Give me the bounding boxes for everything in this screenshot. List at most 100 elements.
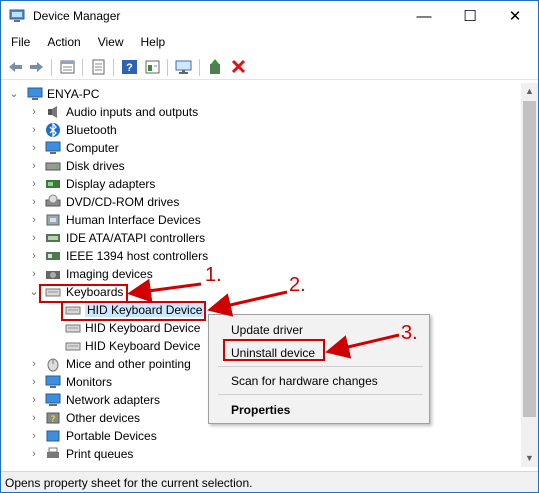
chevron-right-icon[interactable]: › — [29, 231, 39, 245]
scroll-down-icon[interactable]: ▼ — [521, 450, 538, 467]
tree-category-row[interactable]: › Print queues — [1, 445, 521, 463]
portable-device-icon — [46, 430, 60, 442]
chevron-right-icon[interactable]: › — [29, 123, 39, 137]
annotation-step-3: 3. — [401, 322, 418, 344]
menu-file[interactable]: File — [1, 32, 37, 53]
tree-category-label: Computer — [66, 141, 119, 155]
printer-icon — [47, 447, 59, 458]
tree-category-label: Human Interface Devices — [66, 213, 201, 227]
speaker-icon — [48, 106, 57, 118]
camera-icon — [46, 271, 60, 279]
network-icon — [45, 393, 61, 406]
view-icon[interactable] — [144, 59, 161, 75]
menu-view[interactable]: View — [88, 32, 131, 53]
vertical-scrollbar[interactable]: ▲ ▼ — [521, 83, 538, 467]
tree-category-row[interactable]: › Portable Devices — [1, 427, 521, 445]
keyboard-icon — [65, 324, 81, 333]
tree-category-row[interactable]: › Computer — [1, 139, 521, 157]
tree-category-row[interactable]: › Audio inputs and outputs — [1, 103, 521, 121]
status-bar: Opens property sheet for the current sel… — [1, 471, 538, 492]
computer-icon — [45, 141, 61, 154]
maximize-button[interactable]: ☐ — [447, 1, 493, 31]
device-manager-window: Device Manager — ☐ ✕ File Action View He… — [0, 0, 539, 493]
status-text: Opens property sheet for the current sel… — [5, 476, 253, 490]
chevron-down-icon[interactable]: ⌄ — [29, 285, 39, 299]
chevron-right-icon[interactable]: › — [29, 411, 39, 425]
tree-category-row[interactable]: › Human Interface Devices — [1, 211, 521, 229]
menu-separator — [218, 394, 423, 395]
tree-category-label: Imaging devices — [66, 267, 153, 281]
tree-category-label: DVD/CD-ROM drives — [66, 195, 180, 209]
annotation-box-hid-device — [61, 301, 206, 321]
chevron-right-icon[interactable]: › — [29, 213, 39, 227]
minimize-button[interactable]: — — [401, 1, 447, 31]
tree-category-label: Mice and other pointing — [66, 357, 191, 371]
annotation-step-1: 1. — [205, 264, 222, 286]
tree-category-label: Monitors — [66, 375, 113, 389]
tree-category-row[interactable]: › Imaging devices — [1, 265, 521, 283]
tree-category-row[interactable]: › Display adapters — [1, 175, 521, 193]
chevron-right-icon[interactable]: › — [29, 159, 39, 173]
ieee1394-icon — [46, 252, 60, 260]
chevron-right-icon[interactable]: › — [29, 177, 39, 191]
chevron-right-icon[interactable]: › — [29, 429, 39, 443]
monitor-icon[interactable] — [175, 59, 192, 75]
minimize-icon: — — [416, 7, 432, 25]
chevron-right-icon[interactable]: › — [29, 141, 39, 155]
bluetooth-icon — [46, 122, 60, 138]
device-manager-app-icon — [9, 9, 25, 22]
menu-help[interactable]: Help — [131, 32, 173, 53]
window-title: Device Manager — [33, 9, 121, 23]
menu-action[interactable]: Action — [37, 32, 87, 53]
toolbar-separator — [82, 59, 83, 76]
close-button[interactable]: ✕ — [492, 1, 538, 31]
chevron-right-icon[interactable]: › — [29, 393, 39, 407]
scroll-up-icon[interactable]: ▲ — [521, 83, 538, 100]
forward-arrow-icon[interactable] — [28, 59, 45, 75]
tree-category-label: Network adapters — [66, 393, 161, 407]
display-adapter-icon — [46, 180, 60, 188]
tree-category-row[interactable]: › Disk drives — [1, 157, 521, 175]
menu-item-scan-hardware[interactable]: Scan for hardware changes — [231, 374, 378, 388]
context-menu: Update driver Uninstall device Scan for … — [208, 314, 430, 424]
tree-category-label: Print queues — [66, 447, 134, 461]
tree-category-label: Bluetooth — [66, 123, 117, 137]
tree-root-label: ENYA-PC — [47, 87, 100, 101]
tree-category-row[interactable]: › DVD/CD-ROM drives — [1, 193, 521, 211]
tree-category-label: Portable Devices — [66, 429, 157, 443]
disk-drive-icon — [45, 162, 61, 171]
tree-category-row[interactable]: › Bluetooth — [1, 121, 521, 139]
properties-icon[interactable] — [59, 59, 76, 75]
svg-text:?: ? — [51, 415, 56, 425]
toolbar-separator — [51, 59, 52, 76]
menu-item-properties[interactable]: Properties — [231, 403, 290, 417]
other-devices-icon: ? — [46, 412, 60, 425]
chevron-right-icon[interactable]: › — [29, 375, 39, 389]
back-arrow-icon[interactable] — [7, 59, 24, 75]
mouse-icon — [47, 358, 59, 372]
add-driver-icon[interactable] — [207, 59, 224, 75]
tree-category-row[interactable]: › IEEE 1394 host controllers — [1, 247, 521, 265]
title-bar: Device Manager — ☐ ✕ — [1, 1, 538, 31]
chevron-right-icon[interactable]: › — [29, 267, 39, 281]
update-icon[interactable] — [90, 59, 107, 75]
tree-root-row[interactable]: ⌄ ENYA-PC — [1, 85, 521, 103]
tree-category-label: IDE ATA/ATAPI controllers — [66, 231, 206, 245]
ide-controller-icon — [46, 234, 60, 242]
chevron-right-icon[interactable]: › — [29, 249, 39, 263]
chevron-right-icon[interactable]: › — [29, 357, 39, 371]
tree-category-label: Audio inputs and outputs — [66, 105, 199, 119]
chevron-right-icon[interactable]: › — [29, 195, 39, 209]
chevron-down-icon[interactable]: ⌄ — [9, 87, 19, 101]
close-icon: ✕ — [508, 8, 522, 25]
chevron-right-icon[interactable]: › — [29, 105, 39, 119]
menu-item-update-driver[interactable]: Update driver — [231, 323, 303, 337]
help-icon[interactable]: ? — [121, 59, 138, 75]
tree-category-row[interactable]: › IDE ATA/ATAPI controllers — [1, 229, 521, 247]
delete-icon[interactable] — [230, 59, 247, 75]
toolbar-separator — [113, 59, 114, 76]
annotation-box-uninstall — [223, 339, 325, 361]
chevron-right-icon[interactable]: › — [29, 447, 39, 461]
scrollbar-thumb[interactable] — [523, 101, 536, 417]
tree-category-label: Display adapters — [66, 177, 156, 191]
